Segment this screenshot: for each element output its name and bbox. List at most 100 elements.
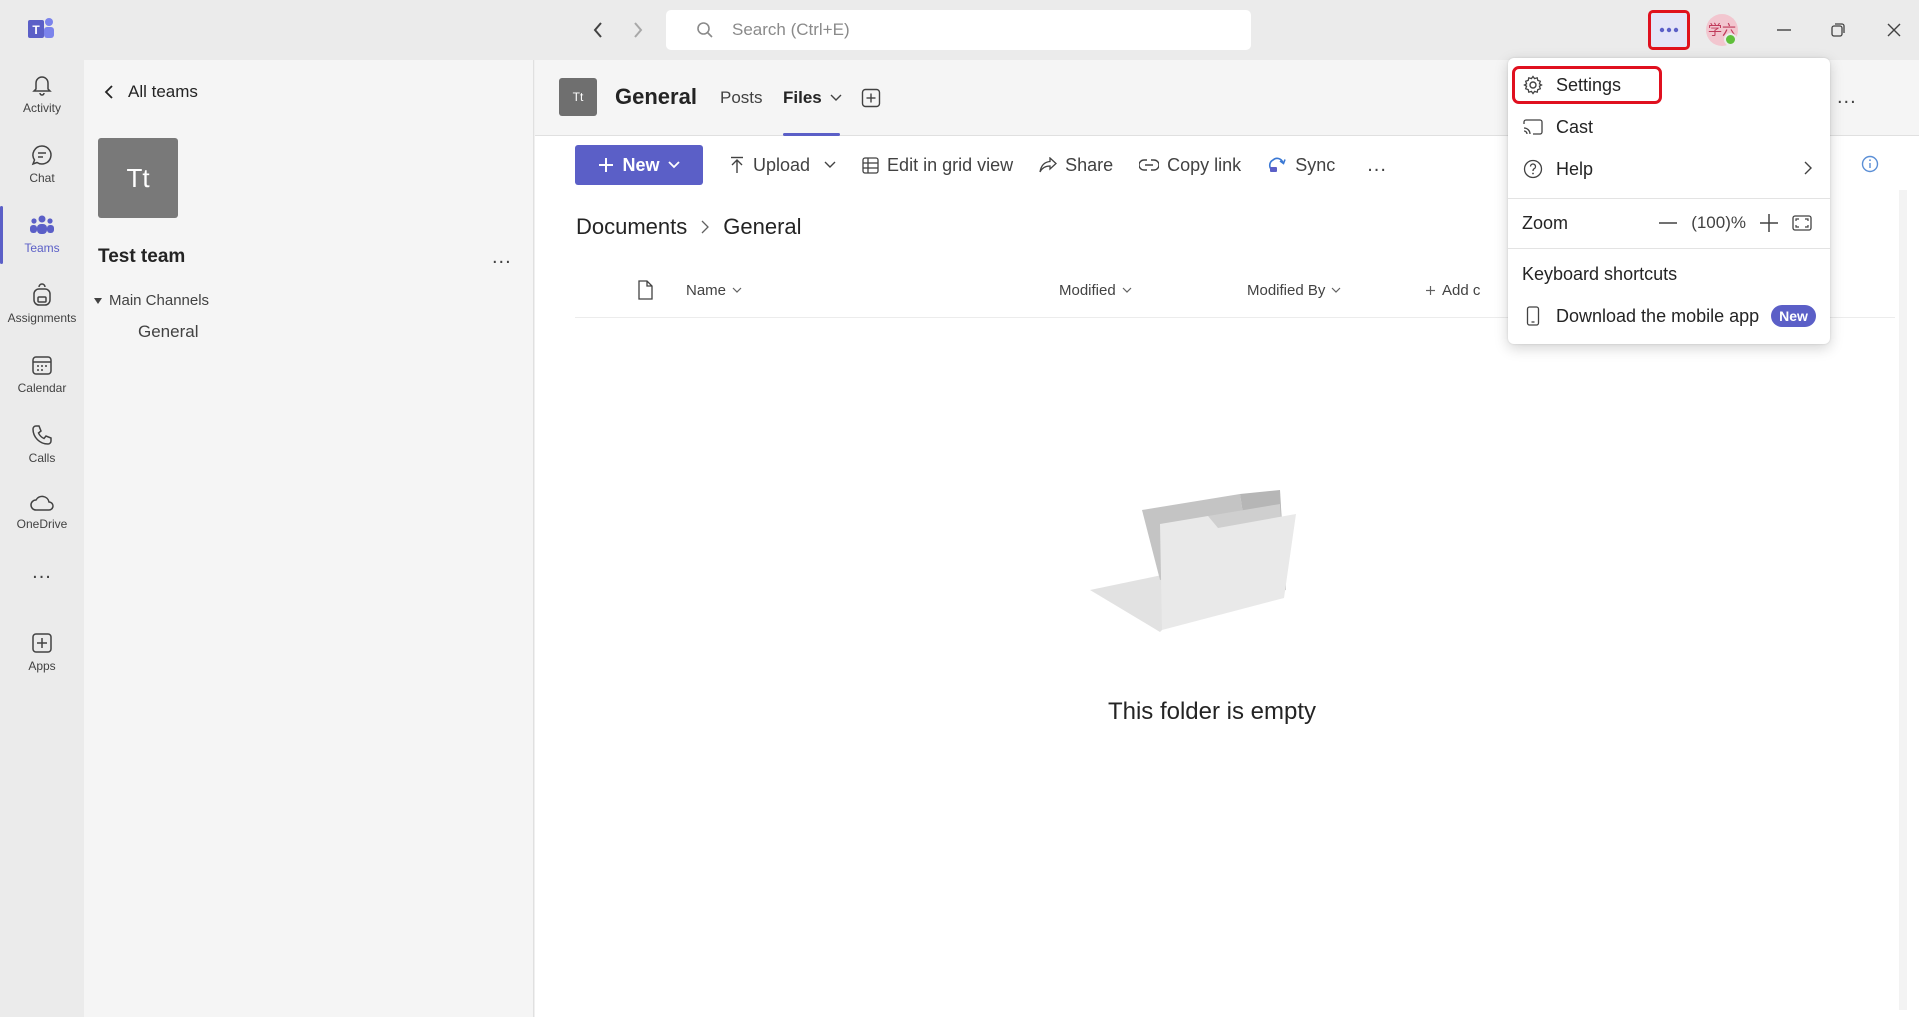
- settings-highlight-box: [1512, 66, 1662, 104]
- menu-item-zoom: Zoom (100)%: [1508, 203, 1830, 243]
- add-column-label: Add c: [1442, 282, 1481, 299]
- rail-label: Teams: [24, 241, 60, 255]
- back-arrow-icon[interactable]: [585, 17, 611, 43]
- settings-and-more-button[interactable]: [1648, 10, 1690, 50]
- new-button[interactable]: New: [575, 145, 703, 185]
- share-label: Share: [1065, 154, 1114, 175]
- new-button-label: New: [622, 154, 660, 175]
- teams-logo-icon: T: [26, 16, 56, 42]
- column-modified-by-label: Modified By: [1247, 282, 1326, 299]
- chevron-down-icon: [1122, 287, 1132, 294]
- new-badge: New: [1771, 305, 1816, 327]
- rail-item-calendar[interactable]: Calendar: [0, 342, 84, 406]
- bell-icon: [30, 73, 54, 97]
- chevron-left-icon: [104, 84, 114, 100]
- rail-item-assignments[interactable]: Assignments: [0, 272, 84, 336]
- plus-icon: [1425, 285, 1436, 296]
- zoom-in-icon[interactable]: [1760, 214, 1778, 232]
- all-teams-back-button[interactable]: All teams: [104, 82, 198, 102]
- tab-files-label: Files: [783, 88, 822, 107]
- upload-button[interactable]: Upload: [729, 155, 836, 176]
- more-horizontal-icon: ...: [32, 560, 52, 583]
- rail-item-activity[interactable]: Activity: [0, 62, 84, 126]
- caret-down-icon: [94, 297, 102, 304]
- calendar-icon: [30, 353, 54, 377]
- edit-in-grid-view-button[interactable]: Edit in grid view: [862, 155, 1013, 176]
- active-tab-indicator: [783, 133, 840, 136]
- sync-button[interactable]: Sync: [1267, 155, 1335, 176]
- tab-files[interactable]: Files: [783, 88, 842, 136]
- empty-folder-illustration: [1090, 480, 1306, 640]
- all-teams-label: All teams: [128, 82, 198, 101]
- breadcrumb-general: General: [723, 214, 802, 239]
- svg-text:T: T: [32, 23, 40, 37]
- share-icon: [1039, 157, 1058, 173]
- menu-divider: [1508, 248, 1830, 249]
- teams-icon: [29, 213, 55, 237]
- files-toolbar: New Upload Edit in grid view Share Copy …: [575, 145, 1387, 185]
- settings-and-more-menu: Settings Cast Help Zoom (100)% Keyboard …: [1508, 58, 1830, 344]
- add-tab-button[interactable]: [861, 88, 881, 108]
- rail-label: OneDrive: [16, 517, 68, 531]
- phone-icon: [30, 423, 54, 447]
- breadcrumb-documents[interactable]: Documents: [576, 214, 687, 240]
- add-app-icon: [30, 631, 54, 655]
- team-panel: All teams Tt Test team ... Main Channels…: [84, 60, 534, 1017]
- section-label: Main Channels: [109, 292, 210, 309]
- channel-item-general[interactable]: General: [138, 322, 198, 342]
- column-modified-by[interactable]: Modified By: [1247, 282, 1341, 299]
- close-icon[interactable]: [1880, 17, 1908, 43]
- column-name-label: Name: [686, 282, 727, 299]
- search-input[interactable]: [732, 20, 1192, 40]
- breadcrumb: Documents General: [576, 214, 802, 240]
- channel-avatar: Tt: [559, 78, 597, 116]
- menu-item-download-mobile-app[interactable]: Download the mobile app New: [1508, 296, 1830, 336]
- upload-label: Upload: [753, 154, 811, 175]
- column-modified[interactable]: Modified: [1059, 282, 1132, 299]
- toolbar-more-button[interactable]: ...: [1367, 154, 1387, 177]
- rail-label: Calendar: [17, 381, 67, 395]
- share-button[interactable]: Share: [1039, 155, 1113, 176]
- header-more-options-button[interactable]: ...: [1837, 86, 1857, 109]
- add-column-button[interactable]: Add c: [1425, 282, 1480, 299]
- zoom-label: Zoom: [1522, 212, 1569, 233]
- app-rail: Activity Chat Teams Assignments Calendar…: [0, 60, 84, 1017]
- menu-item-keyboard-shortcuts[interactable]: Keyboard shortcuts: [1508, 254, 1830, 294]
- plus-icon: [598, 157, 614, 173]
- rail-item-chat[interactable]: Chat: [0, 132, 84, 196]
- rail-item-calls[interactable]: Calls: [0, 412, 84, 476]
- search-box[interactable]: [666, 10, 1251, 50]
- info-icon[interactable]: [1861, 155, 1879, 173]
- rail-item-onedrive[interactable]: OneDrive: [0, 480, 84, 544]
- restore-icon[interactable]: [1824, 17, 1852, 43]
- menu-item-help[interactable]: Help: [1508, 149, 1830, 189]
- sync-icon: [1267, 156, 1287, 174]
- tab-posts[interactable]: Posts: [720, 88, 763, 108]
- title-bar: T 学六: [0, 0, 1919, 60]
- file-type-icon[interactable]: [637, 280, 653, 300]
- rail-label: Calls: [28, 451, 56, 465]
- rail-item-teams[interactable]: Teams: [0, 202, 84, 266]
- column-name[interactable]: Name: [686, 282, 742, 299]
- minimize-icon[interactable]: [1770, 17, 1798, 43]
- copy-link-button[interactable]: Copy link: [1139, 155, 1241, 176]
- rail-label: Chat: [29, 171, 55, 185]
- zoom-reset-icon[interactable]: [1792, 215, 1812, 231]
- rail-item-apps[interactable]: Apps: [0, 620, 84, 684]
- download-app-label: Download the mobile app: [1556, 305, 1760, 326]
- menu-item-cast[interactable]: Cast: [1508, 107, 1830, 147]
- zoom-out-icon[interactable]: [1659, 222, 1678, 224]
- backpack-icon: [30, 283, 54, 307]
- forward-arrow-icon[interactable]: [625, 17, 651, 43]
- cast-icon: [1522, 116, 1544, 138]
- main-channels-section[interactable]: Main Channels: [94, 292, 209, 309]
- rail-more-button[interactable]: ...: [0, 552, 84, 592]
- team-avatar[interactable]: Tt: [98, 138, 178, 218]
- upload-icon: [729, 156, 745, 174]
- cloud-icon: [29, 493, 55, 513]
- scrollbar[interactable]: [1899, 190, 1907, 1010]
- team-more-options-button[interactable]: ...: [492, 246, 512, 269]
- empty-folder-message: This folder is empty: [1107, 698, 1317, 725]
- chat-icon: [30, 143, 54, 167]
- rail-label: Activity: [22, 101, 61, 115]
